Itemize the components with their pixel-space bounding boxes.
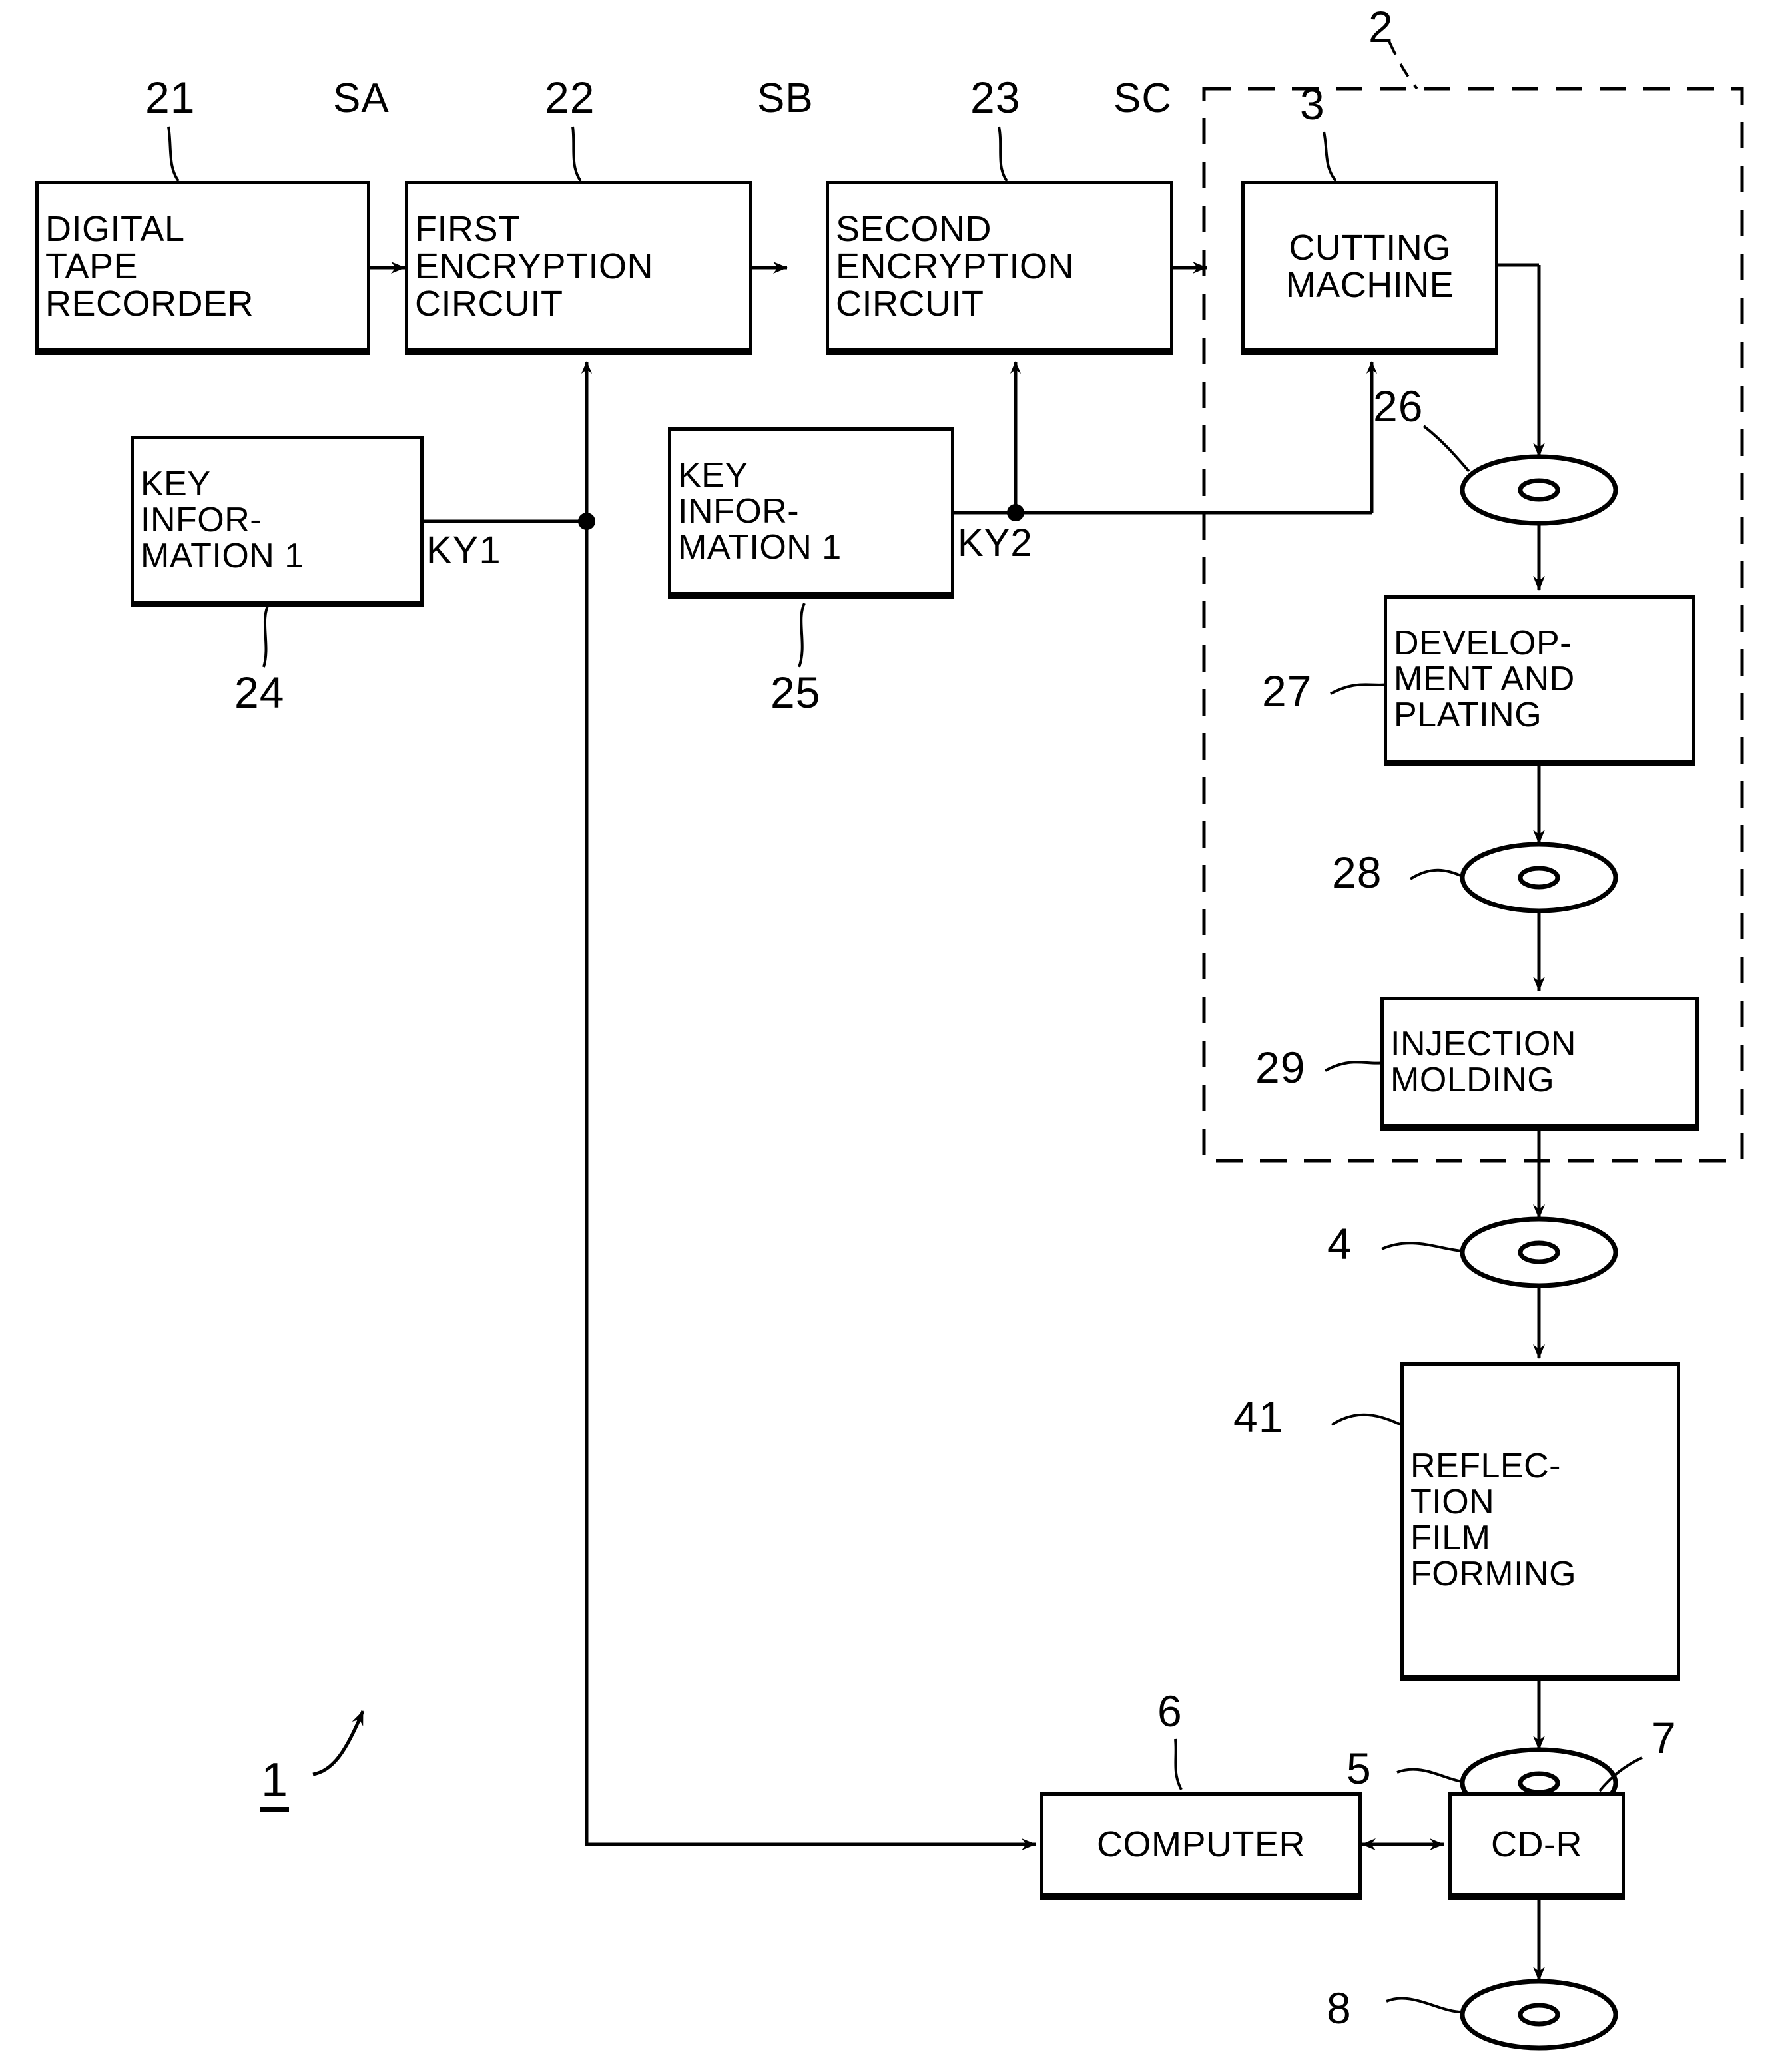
block-line: DEVELOP- bbox=[1394, 623, 1572, 662]
leader-21 bbox=[167, 126, 180, 182]
figure-identifier: 1 bbox=[260, 1756, 290, 1812]
block-line: MATION 1 bbox=[141, 537, 304, 576]
leader-3 bbox=[1323, 131, 1337, 182]
block-line: PLATING bbox=[1394, 696, 1542, 735]
block-computer[interactable]: COMPUTER bbox=[1040, 1792, 1362, 1896]
ref-numeral-4: 4 bbox=[1327, 1219, 1352, 1268]
ref-numeral-3: 3 bbox=[1300, 79, 1325, 129]
signal-label-sc: SC bbox=[1113, 75, 1173, 121]
block-line: MENT AND bbox=[1394, 659, 1575, 698]
ref-numeral-2: 2 bbox=[1368, 2, 1394, 51]
block-line: CD-R bbox=[1491, 1824, 1582, 1864]
leader-28 bbox=[1409, 868, 1463, 880]
block-cutting-machine[interactable]: CUTTING MACHINE bbox=[1241, 181, 1498, 352]
block-line: COMPUTER bbox=[1097, 1824, 1305, 1864]
block-line: TAPE bbox=[45, 246, 139, 286]
leader-27 bbox=[1330, 683, 1388, 695]
leader-29 bbox=[1325, 1061, 1384, 1072]
ref-numeral-21: 21 bbox=[145, 73, 196, 122]
block-second-encryption-circuit[interactable]: SECOND ENCRYPTION CIRCUIT bbox=[826, 181, 1173, 352]
ref-numeral-25: 25 bbox=[770, 668, 821, 717]
ref-numeral-22: 22 bbox=[545, 73, 595, 122]
leader-25 bbox=[798, 603, 806, 668]
ref-numeral-23: 23 bbox=[970, 73, 1021, 122]
block-line: FILM bbox=[1410, 1519, 1491, 1557]
disc-28-glyph bbox=[1460, 842, 1618, 913]
leader-7 bbox=[1598, 1756, 1643, 1792]
block-line: REFLEC- bbox=[1410, 1446, 1561, 1485]
block-line: FORMING bbox=[1410, 1555, 1577, 1594]
disc-4-glyph bbox=[1460, 1216, 1618, 1288]
block-line: TION bbox=[1410, 1482, 1495, 1521]
ref-numeral-24: 24 bbox=[234, 668, 285, 717]
patent-figure-canvas: DIGITAL TAPE RECORDER FIRST ENCRYPTION C… bbox=[0, 0, 1780, 2072]
block-line: MATION 1 bbox=[678, 528, 842, 567]
ref-numeral-8: 8 bbox=[1327, 1983, 1352, 2033]
block-injection-molding[interactable]: INJECTION MOLDING bbox=[1380, 997, 1699, 1127]
leader-6 bbox=[1174, 1738, 1183, 1790]
block-cd-r[interactable]: CD-R bbox=[1448, 1792, 1625, 1896]
block-line: ENCRYPTION bbox=[415, 246, 654, 286]
ref-numeral-29: 29 bbox=[1255, 1043, 1306, 1092]
block-reflection-film-forming[interactable]: REFLEC- TION FILM FORMING bbox=[1400, 1362, 1680, 1678]
leader-26 bbox=[1422, 425, 1470, 473]
ref-numeral-27: 27 bbox=[1262, 666, 1313, 716]
block-line: MACHINE bbox=[1285, 265, 1454, 305]
signal-label-ky2: KY2 bbox=[958, 521, 1033, 565]
block-line: INJECTION bbox=[1390, 1024, 1576, 1063]
ref-numeral-26: 26 bbox=[1373, 382, 1424, 431]
block-line: KEY bbox=[141, 464, 211, 503]
block-line: CIRCUIT bbox=[415, 284, 563, 324]
block-line: FIRST bbox=[415, 208, 521, 249]
ref-numeral-6: 6 bbox=[1157, 1686, 1183, 1736]
block-line: CIRCUIT bbox=[836, 284, 984, 324]
ref-numeral-41: 41 bbox=[1233, 1392, 1284, 1441]
figure-1-pointer-arrow bbox=[312, 1710, 365, 1776]
leader-23 bbox=[998, 126, 1008, 182]
block-line: CUTTING bbox=[1289, 227, 1451, 268]
block-line: ENCRYPTION bbox=[836, 246, 1075, 286]
block-line: MOLDING bbox=[1390, 1061, 1555, 1099]
block-key-information-2[interactable]: KEY INFOR- MATION 1 bbox=[668, 427, 954, 595]
block-line: RECORDER bbox=[45, 284, 254, 324]
block-line: INFOR- bbox=[141, 500, 262, 539]
leader-4 bbox=[1381, 1242, 1463, 1252]
leader-8 bbox=[1386, 1997, 1463, 2013]
block-line: INFOR- bbox=[678, 491, 800, 531]
block-development-and-plating[interactable]: DEVELOP- MENT AND PLATING bbox=[1384, 595, 1695, 763]
signal-label-ky1: KY1 bbox=[426, 529, 501, 572]
ref-numeral-28: 28 bbox=[1332, 848, 1382, 897]
block-line: DIGITAL bbox=[45, 208, 185, 249]
block-line: KEY bbox=[678, 455, 748, 495]
ref-numeral-5: 5 bbox=[1346, 1744, 1372, 1793]
disc-26-glyph bbox=[1460, 454, 1618, 526]
leader-24 bbox=[262, 602, 270, 668]
block-first-encryption-circuit[interactable]: FIRST ENCRYPTION CIRCUIT bbox=[405, 181, 752, 352]
ref-numeral-7: 7 bbox=[1651, 1713, 1677, 1762]
signal-label-sb: SB bbox=[757, 75, 814, 121]
block-key-information-1[interactable]: KEY INFOR- MATION 1 bbox=[131, 436, 424, 604]
block-digital-tape-recorder[interactable]: DIGITAL TAPE RECORDER bbox=[35, 181, 370, 352]
block-line: SECOND bbox=[836, 208, 992, 249]
disc-8-glyph bbox=[1460, 1979, 1618, 2051]
leader-22 bbox=[571, 126, 582, 182]
signal-label-sa: SA bbox=[333, 75, 390, 121]
leader-5 bbox=[1396, 1768, 1463, 1783]
